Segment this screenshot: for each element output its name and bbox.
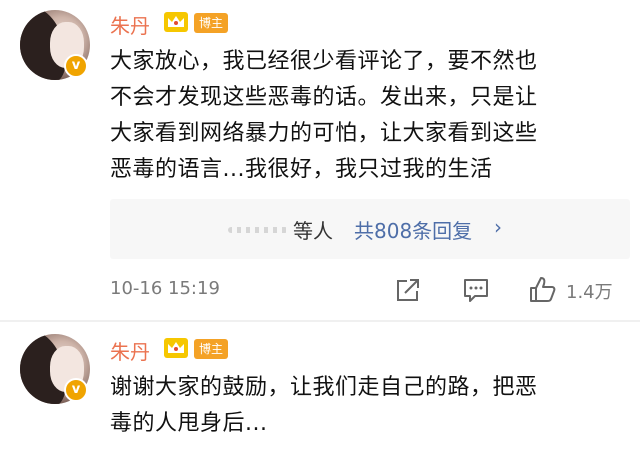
- blurred-usernames: [228, 227, 288, 233]
- host-badge: 博主: [194, 13, 229, 33]
- like-icon[interactable]: [527, 275, 557, 305]
- verified-icon: v: [64, 54, 88, 78]
- crown-icon: [164, 338, 188, 358]
- author-name[interactable]: 朱丹: [110, 10, 150, 39]
- verified-icon: v: [64, 378, 88, 402]
- comment-icon[interactable]: [461, 275, 491, 305]
- comment-item: v 朱丹 博主 谢谢大家的鼓励，让我们走自己的路，把恶 毒的人甩身后...: [0, 322, 640, 450]
- comment-text: 谢谢大家的鼓励，让我们走自己的路，把恶 毒的人甩身后...: [110, 375, 538, 436]
- share-icon[interactable]: [393, 275, 423, 305]
- replies-count-link[interactable]: 共808条回复: [354, 215, 472, 244]
- chevron-right-icon: ›: [494, 215, 502, 239]
- replies-preview[interactable]: 等人 共808条回复 ›: [110, 199, 630, 259]
- author-name[interactable]: 朱丹: [110, 336, 150, 365]
- crown-icon: [164, 12, 188, 32]
- replies-who: 等人: [293, 219, 333, 243]
- comment-text: 大家放心，我已经很少看评论了，要不然也 不会才发现这些恶毒的话。发出来，只是让 …: [110, 49, 538, 182]
- host-badge: 博主: [194, 339, 229, 359]
- timestamp: 10-16 15:19: [110, 278, 220, 299]
- like-count: 1.4万: [566, 282, 613, 303]
- comment-item: v 朱丹 博主 大家放心，我已经很少看评论了，要不然也 不会才发现这些恶毒的话。…: [0, 0, 640, 320]
